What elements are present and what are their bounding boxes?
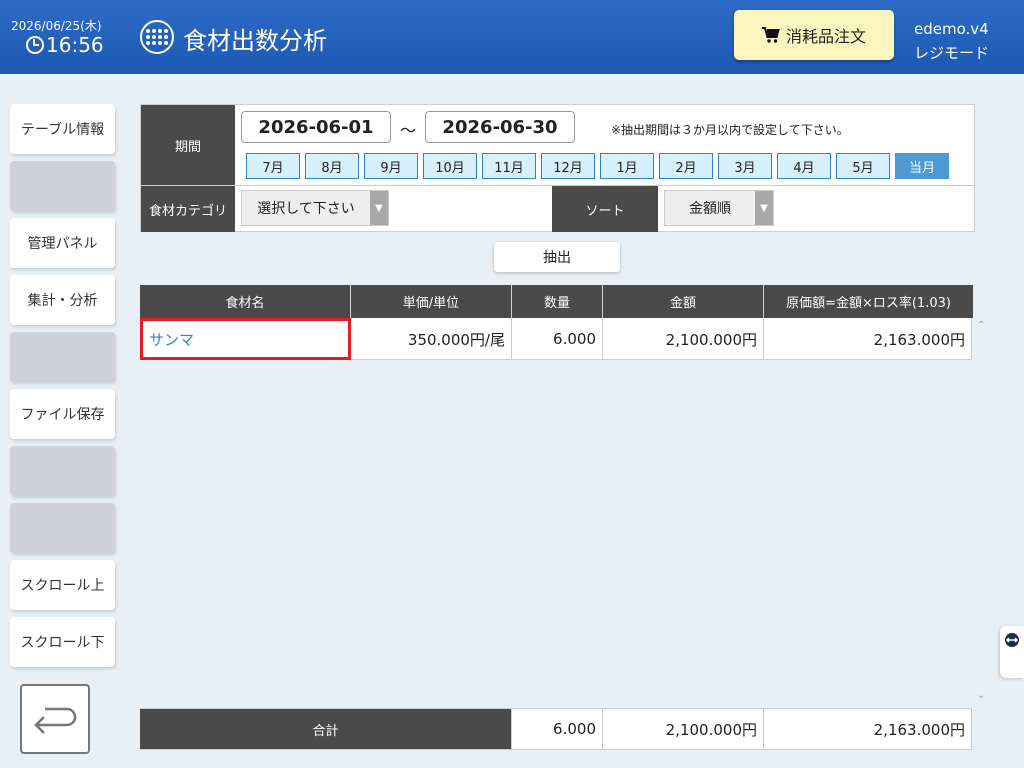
cart-icon xyxy=(761,27,780,43)
sidebar-item-file-save[interactable]: ファイル保存 xyxy=(10,389,115,439)
month-button[interactable]: 2月 xyxy=(659,153,713,179)
table-scrollbar[interactable]: ⌃ ⌄ xyxy=(975,318,989,708)
current-date: 2026/06/25(木) xyxy=(11,19,102,33)
sidebar-item-scroll-up[interactable]: スクロール上 xyxy=(10,560,115,610)
sort-label: ソート xyxy=(552,186,658,232)
return-arrow-icon xyxy=(34,707,77,734)
month-button[interactable]: 12月 xyxy=(541,153,595,179)
sidebar-item-blank-4 xyxy=(10,503,115,553)
unit-price-cell: 350.000円/尾 xyxy=(351,318,512,360)
month-button[interactable]: 3月 xyxy=(718,153,772,179)
month-button[interactable]: 7月 xyxy=(246,153,300,179)
keypad-icon xyxy=(140,20,174,54)
user-info: edemo.v4 レジモード xyxy=(914,17,989,65)
table-row[interactable]: サンマ 350.000円/尾 6.000 2,100.000円 2,163.00… xyxy=(140,318,972,360)
time-text: 16:56 xyxy=(46,33,104,57)
category-select-value: 選択して下さい xyxy=(257,201,355,217)
period-note: ※抽出期間は３か月以内で設定して下さい。 xyxy=(611,123,849,137)
sidebar-item-scroll-down[interactable]: スクロール下 xyxy=(10,617,115,667)
total-label: 合計 xyxy=(140,708,512,750)
month-button[interactable]: 8月 xyxy=(305,153,359,179)
chevron-down-icon[interactable]: ⌄ xyxy=(977,690,985,701)
supplies-order-button[interactable]: 消耗品注文 xyxy=(734,10,894,60)
sort-select[interactable]: 金額順 ▼ xyxy=(664,190,774,226)
extract-button[interactable]: 抽出 xyxy=(494,242,620,272)
column-header[interactable]: 数量 xyxy=(512,285,603,318)
total-amount: 2,100.000円 xyxy=(603,708,764,750)
total-cost: 2,163.000円 xyxy=(764,708,972,750)
user-name: edemo.v4 xyxy=(914,20,989,38)
column-header[interactable]: 単価/単位 xyxy=(351,285,512,318)
current-month-button[interactable]: 当月 xyxy=(895,153,949,179)
column-header[interactable]: 原価額=金額×ロス率(1.03) xyxy=(764,285,973,318)
month-button[interactable]: 10月 xyxy=(423,153,477,179)
month-button[interactable]: 5月 xyxy=(836,153,890,179)
amount-cell: 2,100.000円 xyxy=(603,318,764,360)
quantity-cell: 6.000 xyxy=(512,318,603,360)
ingredient-name[interactable]: サンマ xyxy=(140,318,351,360)
category-label: 食材カテゴリ xyxy=(141,186,235,232)
column-header[interactable]: 金額 xyxy=(603,285,764,318)
sidebar-item-table-info[interactable]: テーブル情報 xyxy=(10,104,115,154)
sidebar-item-blank-2 xyxy=(10,332,115,382)
column-header[interactable]: 食材名 xyxy=(140,285,351,318)
sidebar-item-blank-1 xyxy=(10,161,115,211)
table-footer: 合計 6.000 2,100.000円 2,163.000円 xyxy=(140,708,972,750)
date-separator: ～ xyxy=(400,121,417,140)
month-button[interactable]: 4月 xyxy=(777,153,831,179)
register-mode: レジモード xyxy=(914,44,990,62)
app-header: 2026/06/25(木) 16:56 食材出数分析 消耗品注文 edemo.v… xyxy=(0,0,1024,74)
sort-select-value: 金額順 xyxy=(689,201,731,217)
start-date-input[interactable]: 2026-06-01 xyxy=(241,111,391,143)
side-panel-tab[interactable] xyxy=(1000,626,1024,678)
back-button[interactable] xyxy=(20,684,90,754)
sidebar-item-admin-panel[interactable]: 管理パネル xyxy=(10,218,115,268)
filter-panel: 期間 2026-06-01 ～ 2026-06-30 ※抽出期間は３か月以内で設… xyxy=(140,104,975,232)
category-select[interactable]: 選択して下さい ▼ xyxy=(241,190,389,226)
chevron-down-icon: ▼ xyxy=(370,191,388,225)
order-button-label: 消耗品注文 xyxy=(785,27,866,46)
month-button[interactable]: 1月 xyxy=(600,153,654,179)
sidebar-item-analysis[interactable]: 集計・分析 xyxy=(10,275,115,325)
period-label: 期間 xyxy=(141,105,235,185)
table-header: 食材名 単価/単位 数量 金額 原価額=金額×ロス率(1.03) xyxy=(140,285,973,318)
page-title: 食材出数分析 xyxy=(183,27,327,55)
sidebar-item-blank-3 xyxy=(10,446,115,496)
end-date-input[interactable]: 2026-06-30 xyxy=(425,111,575,143)
clock-icon xyxy=(26,36,44,54)
remote-support-icon xyxy=(1005,633,1019,647)
cost-cell: 2,163.000円 xyxy=(764,318,972,360)
total-quantity: 6.000 xyxy=(512,708,603,750)
table-body: サンマ 350.000円/尾 6.000 2,100.000円 2,163.00… xyxy=(140,318,975,706)
chevron-down-icon: ▼ xyxy=(755,191,773,225)
month-button[interactable]: 11月 xyxy=(482,153,536,179)
chevron-up-icon[interactable]: ⌃ xyxy=(977,320,985,331)
month-button[interactable]: 9月 xyxy=(364,153,418,179)
current-time: 16:56 xyxy=(26,33,104,57)
